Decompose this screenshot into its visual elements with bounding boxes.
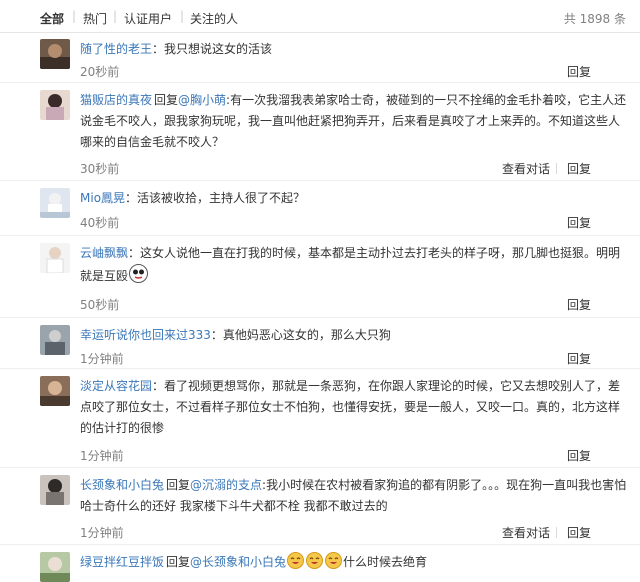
comment-timestamp: 1分钟前 <box>80 352 124 366</box>
reply-button[interactable]: 回复 <box>567 214 591 231</box>
comment-text: 猫贩店的真夜 回复@胸小萌:有一次我溜我表弟家哈士奇，被碰到的一只不拴绳的金毛扑着… <box>80 90 628 153</box>
comment-mention[interactable]: @沉溺的支点 <box>190 478 262 492</box>
comment-username[interactable]: Mio鳳晃 <box>80 191 125 205</box>
comment-body: ：这女人说他一直在打我的时候，基本都是主动扑过去打老头的样子呀，那几脚也挺狠。明… <box>80 246 621 283</box>
comment-timestamp: 1分钟前 <box>80 449 124 463</box>
reply-label: 回复 <box>166 555 191 569</box>
comment-item: 猫贩店的真夜 回复@胸小萌:有一次我溜我表弟家哈士奇，被碰到的一只不拴绳的金毛扑着… <box>0 84 640 181</box>
comment-timestamp: 30秒前 <box>80 162 120 176</box>
reply-label: 回复 <box>166 478 191 492</box>
avatar[interactable] <box>40 376 70 406</box>
tab-divider: | <box>113 9 118 23</box>
avatar[interactable] <box>40 552 70 582</box>
comment-item: 幸运听说你也回来过333：真他妈恶心这女的，那么大只狗 1分钟前 回复 <box>0 319 640 369</box>
avatar[interactable] <box>40 39 70 69</box>
comment-body: 什么时候去绝育 <box>343 555 428 569</box>
tab-all[interactable]: 全部 <box>40 10 64 27</box>
comment-text: 淡定从容花园：看了视频更想骂你，那就是一条恶狗，在你跟人家理论的时候，它又去想咬… <box>80 376 628 439</box>
laughing-emoji-icon <box>325 552 343 569</box>
reply-label: 回复 <box>154 93 179 107</box>
comment-username[interactable]: 随了性的老王 <box>80 42 152 56</box>
comment-body: ：真他妈恶心这女的，那么大只狗 <box>210 328 391 342</box>
comment-filter-tabs: 全部 | 热门 | 认证用户 | 关注的人 共 1898 条 <box>0 0 640 33</box>
comment-timestamp: 50秒前 <box>80 298 120 312</box>
comment-total-count: 共 1898 条 <box>563 12 626 26</box>
comment-username[interactable]: 绿豆拌红豆拌饭 <box>80 555 164 569</box>
reply-button[interactable]: 回复 <box>567 160 591 177</box>
avatar[interactable] <box>40 188 70 218</box>
comment-mention[interactable]: @胸小萌 <box>178 93 226 107</box>
action-divider <box>556 163 557 174</box>
comment-text: 随了性的老王：我只想说这女的活该 <box>80 39 628 60</box>
comment-item: 随了性的老王：我只想说这女的活该 20秒前 回复 <box>0 33 640 83</box>
tab-divider: | <box>72 9 77 23</box>
view-thread-button[interactable]: 查看对话 <box>502 160 550 177</box>
tab-hot[interactable]: 热门 <box>83 10 107 27</box>
reply-button[interactable]: 回复 <box>567 447 591 464</box>
comment-username[interactable]: 长颈象和小白兔 <box>80 478 164 492</box>
comment-username[interactable]: 淡定从容花园 <box>80 379 152 393</box>
comment-item: 云岫飘飘：这女人说他一直在打我的时候，基本都是主动扑过去打老头的样子呀，那几脚也… <box>0 237 640 318</box>
view-thread-button[interactable]: 查看对话 <box>502 524 550 541</box>
avatar[interactable] <box>40 90 70 120</box>
comment-body: ：活该被收拾，主持人很了不起？ <box>125 191 306 205</box>
comment-item: 绿豆拌红豆拌饭 回复@长颈象和小白兔 什么时候去绝育 <box>0 546 640 582</box>
reply-button[interactable]: 回复 <box>567 63 591 80</box>
face-emoji-icon <box>129 264 149 283</box>
tab-following[interactable]: 关注的人 <box>190 10 238 27</box>
reply-button[interactable]: 回复 <box>567 350 591 367</box>
reply-button[interactable]: 回复 <box>567 296 591 313</box>
tab-divider: | <box>180 9 185 23</box>
comment-text: 幸运听说你也回来过333：真他妈恶心这女的，那么大只狗 <box>80 325 628 346</box>
avatar[interactable] <box>40 243 70 273</box>
comment-timestamp: 20秒前 <box>80 65 120 79</box>
avatar[interactable] <box>40 325 70 355</box>
avatar[interactable] <box>40 475 70 505</box>
comment-body: ：看了视频更想骂你，那就是一条恶狗，在你跟人家理论的时候，它又去想咬别人了，差点… <box>80 379 621 435</box>
comment-item: Mio鳳晃：活该被收拾，主持人很了不起？ 40秒前 回复 <box>0 182 640 236</box>
laughing-emoji-icon <box>287 552 305 569</box>
laughing-emoji-icon <box>306 552 324 569</box>
comment-body: ：我只想说这女的活该 <box>152 42 273 56</box>
tab-verified-users[interactable]: 认证用户 <box>124 10 172 27</box>
comment-mention[interactable]: @长颈象和小白兔 <box>190 555 286 569</box>
comment-text: Mio鳳晃：活该被收拾，主持人很了不起？ <box>80 188 628 209</box>
comment-username[interactable]: 幸运听说你也回来过333 <box>80 328 211 342</box>
action-divider <box>556 527 557 538</box>
comment-text: 长颈象和小白兔 回复@沉溺的支点:我小时候在农村被看家狗追的都有阴影了。。。现在狗… <box>80 475 628 517</box>
comment-item: 淡定从容花园：看了视频更想骂你，那就是一条恶狗，在你跟人家理论的时候，它又去想咬… <box>0 370 640 468</box>
comment-text: 云岫飘飘：这女人说他一直在打我的时候，基本都是主动扑过去打老头的样子呀，那几脚也… <box>80 243 628 287</box>
comment-item: 长颈象和小白兔 回复@沉溺的支点:我小时候在农村被看家狗追的都有阴影了。。。现在狗… <box>0 469 640 545</box>
reply-button[interactable]: 回复 <box>567 524 591 541</box>
comment-username[interactable]: 猫贩店的真夜 <box>80 93 152 107</box>
comment-username[interactable]: 云岫飘飘 <box>80 246 128 260</box>
comment-text: 绿豆拌红豆拌饭 回复@长颈象和小白兔 什么时候去绝育 <box>80 552 628 573</box>
comment-timestamp: 40秒前 <box>80 216 120 230</box>
comment-timestamp: 1分钟前 <box>80 526 124 540</box>
